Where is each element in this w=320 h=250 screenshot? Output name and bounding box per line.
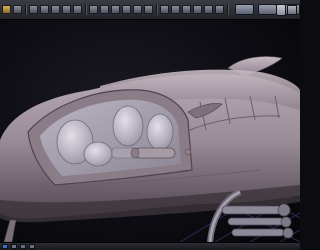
render-tool-icon[interactable] bbox=[182, 5, 191, 14]
texture-tool-icon[interactable] bbox=[204, 5, 213, 14]
view-side-icon[interactable] bbox=[11, 244, 17, 249]
mode-tab-sculpt[interactable] bbox=[234, 4, 254, 15]
layers-tool-icon[interactable] bbox=[215, 5, 224, 14]
wire-tool-icon[interactable] bbox=[144, 5, 153, 14]
sculpt-app-window bbox=[0, 0, 300, 250]
stamp-tool-icon[interactable] bbox=[133, 5, 142, 14]
tool-button-row bbox=[2, 4, 226, 15]
view-front-icon[interactable] bbox=[2, 244, 8, 249]
scale-tool-icon[interactable] bbox=[29, 5, 38, 14]
bottom-status-bar bbox=[0, 242, 300, 250]
smooth-tool-icon[interactable] bbox=[62, 5, 71, 14]
toolbar-separator bbox=[227, 4, 228, 15]
camera-tool-icon[interactable] bbox=[171, 5, 180, 14]
toolbar-separator bbox=[85, 4, 86, 15]
view-perspective-icon[interactable] bbox=[29, 244, 35, 249]
top-toolbar bbox=[0, 0, 300, 20]
close-icon[interactable] bbox=[287, 5, 297, 15]
material-tool-icon[interactable] bbox=[193, 5, 202, 14]
mask-tool-icon[interactable] bbox=[122, 5, 131, 14]
door-handle bbox=[130, 147, 176, 159]
select-tool-icon[interactable] bbox=[40, 5, 49, 14]
grab-tool-icon[interactable] bbox=[73, 5, 82, 14]
front-strut bbox=[3, 219, 17, 242]
light-tool-icon[interactable] bbox=[160, 5, 169, 14]
rotate-tool-icon[interactable] bbox=[13, 5, 22, 14]
pinch-tool-icon[interactable] bbox=[89, 5, 98, 14]
brush-tool-icon[interactable] bbox=[51, 5, 60, 14]
menu-dropdown-button[interactable] bbox=[276, 4, 286, 16]
hull-rivet bbox=[184, 148, 192, 156]
3d-viewport[interactable] bbox=[0, 20, 300, 242]
toolbar-separator bbox=[25, 4, 26, 15]
mode-tab-paint[interactable] bbox=[257, 4, 277, 15]
knife-tool-icon[interactable] bbox=[111, 5, 120, 14]
toolbar-separator bbox=[156, 4, 157, 15]
move-tool-icon[interactable] bbox=[2, 5, 11, 14]
vehicle-model-render[interactable] bbox=[0, 20, 300, 242]
view-top-icon[interactable] bbox=[20, 244, 26, 249]
flatten-tool-icon[interactable] bbox=[100, 5, 109, 14]
